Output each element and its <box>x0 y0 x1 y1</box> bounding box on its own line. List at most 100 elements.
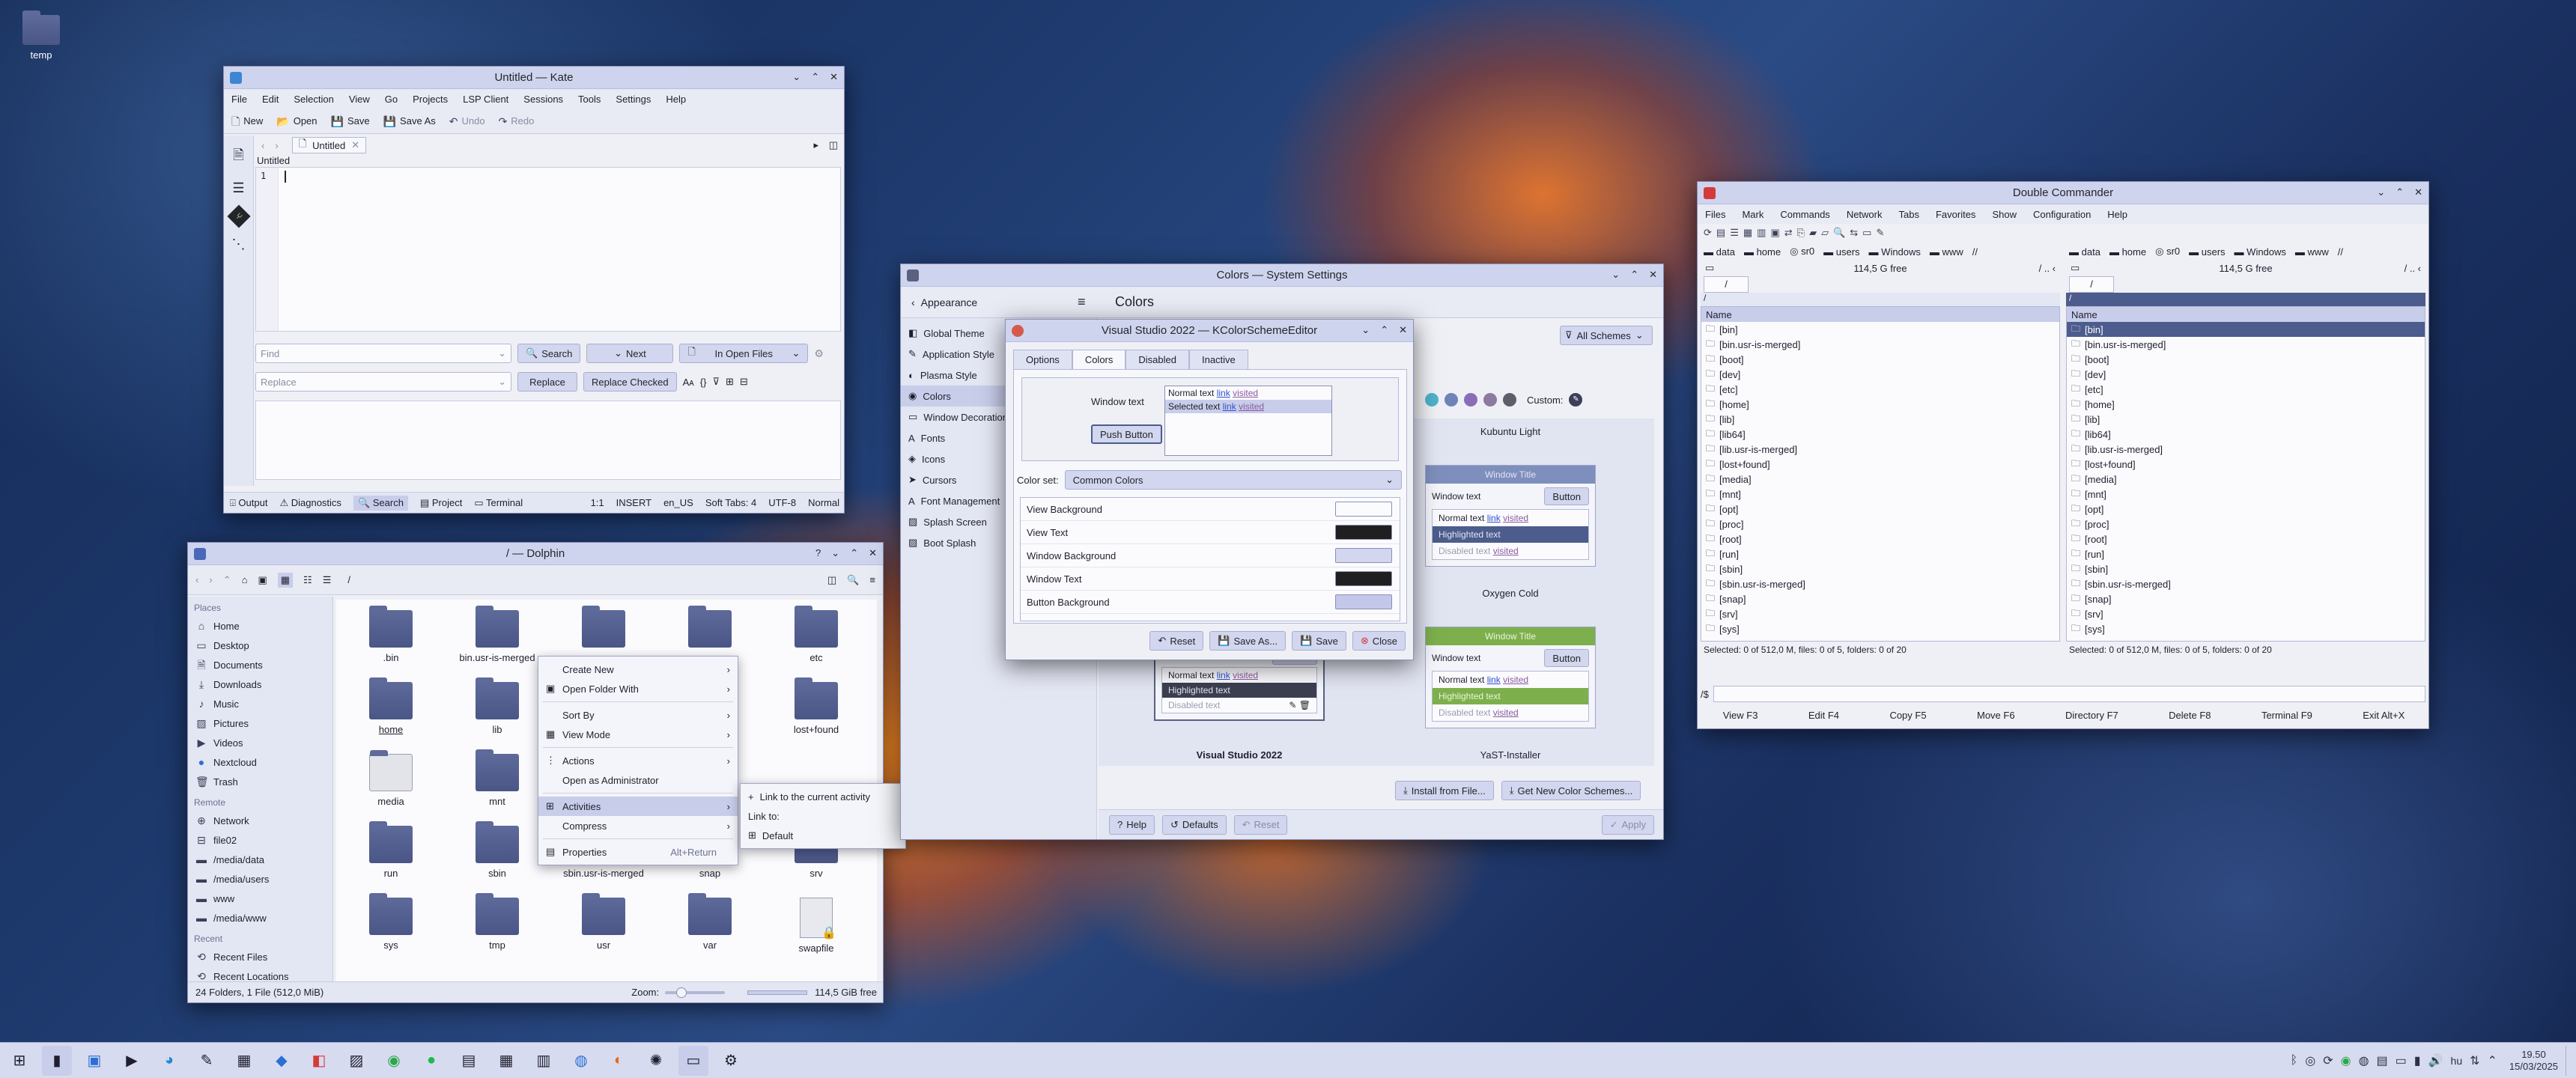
unpack-icon[interactable]: ▱ <box>1821 227 1829 239</box>
dc-menu-favorites[interactable]: Favorites <box>1936 209 1975 220</box>
place-www[interactable]: ▬ www <box>188 889 332 908</box>
column-header-name[interactable]: Name <box>1701 307 2059 322</box>
clipboard-tray-icon[interactable]: ▤ <box>2377 1053 2388 1068</box>
regex-icon[interactable]: Aᴀ <box>683 377 694 388</box>
dc-menu-configuration[interactable]: Configuration <box>2033 209 2091 220</box>
command-input[interactable] <box>1713 686 2425 702</box>
open-button[interactable]: 📂 Open <box>276 115 317 127</box>
dc-file-row[interactable]: 🗀 [snap] <box>2067 591 2425 606</box>
fkey-delete[interactable]: Delete F8 <box>2169 710 2211 721</box>
editor-reset-button[interactable]: ↶ Reset <box>1149 631 1204 651</box>
search-icon[interactable]: 🔍 <box>1833 227 1845 239</box>
split-view-icon[interactable]: ◫ <box>827 574 836 586</box>
dolphin-task-icon[interactable]: ▭ <box>678 1045 708 1076</box>
menu-go[interactable]: Go <box>385 94 398 105</box>
drive-home[interactable]: ▬ home <box>1744 246 1781 258</box>
dc-file-row[interactable]: 🗀 [lost+found] <box>2067 457 2425 472</box>
dc-file-row[interactable]: 🗀 [boot] <box>2067 352 2425 367</box>
whatsapp-tray-icon[interactable]: ◉ <box>2341 1053 2351 1068</box>
tab-more-icon[interactable]: ▸ <box>813 139 818 151</box>
dc-file-row[interactable]: 🗀 [etc] <box>1701 382 2059 397</box>
dc-file-row[interactable]: 🗀 [dev] <box>2067 367 2425 382</box>
color-swatch-button[interactable] <box>1335 548 1392 563</box>
install-from-file-button[interactable]: ⤓ Install from File... <box>1395 781 1494 800</box>
save-as-button[interactable]: 💾 Save As <box>383 115 436 127</box>
kate-doc-tab[interactable]: 🗋 Untitled ✕ <box>291 137 367 153</box>
redo-button[interactable]: ↷ Redo <box>499 115 535 127</box>
clock[interactable]: 19.50 15/03/2025 <box>2509 1049 2558 1073</box>
status-mode[interactable]: INSERT <box>616 497 651 508</box>
thunderbird-task-icon[interactable]: ◍ <box>566 1046 596 1076</box>
braces-icon[interactable]: {} <box>700 377 707 388</box>
dc-menu-commands[interactable]: Commands <box>1780 209 1829 220</box>
preview-icon[interactable]: ▣ <box>258 574 267 586</box>
menu-sessions[interactable]: Sessions <box>523 94 563 105</box>
file-item[interactable]: tmp <box>449 893 546 951</box>
maximize-icon[interactable]: ⌃ <box>850 547 858 559</box>
color-set-select[interactable]: Common Colors ⌄ <box>1064 470 1402 490</box>
status-indent[interactable]: Soft Tabs: 4 <box>705 497 756 508</box>
dc-file-row[interactable]: 🗀 [bin] <box>2067 322 2425 337</box>
fkey-copy[interactable]: Copy F5 <box>1889 710 1926 721</box>
fkey-view[interactable]: View F3 <box>1723 710 1758 721</box>
menu-edit[interactable]: Edit <box>262 94 279 105</box>
place-desktop[interactable]: ▭ Desktop <box>188 636 332 655</box>
dc-file-row[interactable]: 🗀 [lost+found] <box>1701 457 2059 472</box>
file-item[interactable]: run <box>342 821 440 879</box>
details-view-icon[interactable]: ☰ <box>323 574 332 586</box>
dc-menu-help[interactable]: Help <box>2107 209 2127 220</box>
home-icon[interactable]: ⌂ <box>242 574 248 585</box>
kate-titlebar[interactable]: Untitled — Kate ⌄ ⌃ ✕ <box>224 67 844 89</box>
drive-home[interactable]: ▬ home <box>2109 246 2146 258</box>
whatsapp-task-icon[interactable]: ◉ <box>379 1046 409 1076</box>
minimize-icon[interactable]: ⌄ <box>831 547 839 559</box>
copy-icon[interactable]: ⎘ <box>1797 227 1805 239</box>
left-file-list[interactable]: Name 🗀 [bin] 🗀 [bin.usr-is-merged] 🗀 [boot] 🗀[… <box>1701 306 2060 642</box>
back-button[interactable]: ‹ Appearance <box>911 296 977 308</box>
ctx-create-new[interactable]: Create New › <box>538 660 738 679</box>
dc-file-row[interactable]: 🗀 [dev] <box>1701 367 2059 382</box>
status-encoding[interactable]: UTF-8 <box>768 497 796 508</box>
editor-titlebar[interactable]: Visual Studio 2022 — KColorSchemeEditor … <box>1006 320 1413 342</box>
replace-checked-button[interactable]: Replace Checked <box>583 372 677 392</box>
dc-file-row[interactable]: 🗀 [srv] <box>1701 606 2059 621</box>
dc-file-row[interactable]: 🗀 [bin.usr-is-merged] <box>2067 337 2425 352</box>
fkey-edit[interactable]: Edit F4 <box>1808 710 1839 721</box>
file-item[interactable]: media <box>342 750 440 807</box>
kate-task-icon[interactable]: ◆ <box>267 1046 297 1076</box>
file-item[interactable] <box>555 606 652 652</box>
dolphin-titlebar[interactable]: / — Dolphin ? ⌄ ⌃ ✕ <box>188 543 883 565</box>
maximize-icon[interactable]: ⌃ <box>1630 269 1638 281</box>
filter-icon[interactable]: ⊽ <box>712 376 720 388</box>
calendar-task-icon[interactable]: ▥ <box>529 1046 559 1076</box>
refresh-icon[interactable]: ⟳ <box>1704 227 1712 239</box>
left-tab[interactable]: / <box>1704 276 1749 293</box>
symbols-icon[interactable]: ⋱ <box>231 237 246 252</box>
ctx-sort-by[interactable]: Sort By › <box>538 705 738 725</box>
menu-view[interactable]: View <box>349 94 370 105</box>
file-item[interactable]: sys <box>342 893 440 951</box>
tool-tab-diagnostics[interactable]: ⚠ Diagnostics <box>279 497 341 509</box>
dc-file-row[interactable]: 🗀 [boot] <box>1701 352 2059 367</box>
place-music[interactable]: ♪ Music <box>188 694 332 713</box>
dc-menu-show[interactable]: Show <box>1992 209 2017 220</box>
place-media-users[interactable]: ▬ /media/users <box>188 869 332 889</box>
path-nav-icons[interactable]: / .. ‹ <box>2039 263 2056 274</box>
nav-forward-icon[interactable]: › <box>275 140 278 151</box>
file-item[interactable]: lost+found <box>768 677 865 735</box>
tab-close-icon[interactable]: ✕ <box>351 139 359 151</box>
editor-save-as-button[interactable]: 💾 Save As... <box>1209 631 1287 651</box>
dc-menu-mark[interactable]: Mark <box>1742 209 1764 220</box>
column-header-name[interactable]: Name <box>2067 307 2425 322</box>
color-swatch-button[interactable] <box>1335 594 1392 609</box>
drive-root[interactable]: // <box>2338 246 2343 258</box>
dc-menu-tabs[interactable]: Tabs <box>1899 209 1919 220</box>
nav-back-icon[interactable]: ‹ <box>261 140 264 151</box>
edge-task-icon[interactable]: ◕ <box>154 1046 184 1076</box>
dc-file-row[interactable]: 🗀 [lib.usr-is-merged] <box>1701 442 2059 457</box>
back-icon[interactable]: ‹ <box>195 574 198 585</box>
list-icon[interactable]: ☰ <box>231 180 246 196</box>
menu-selection[interactable]: Selection <box>294 94 333 105</box>
next-button[interactable]: ⌄ Next <box>586 344 674 363</box>
minimize-icon[interactable]: ⌄ <box>792 71 801 83</box>
